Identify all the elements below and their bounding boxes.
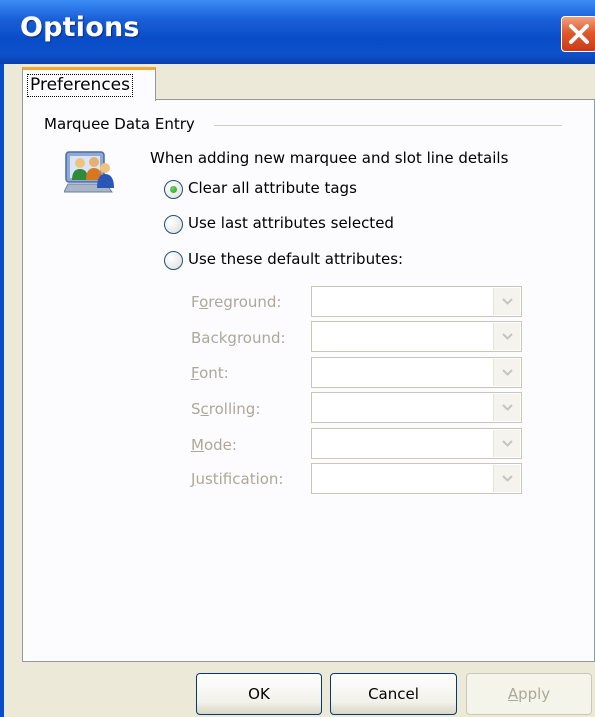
apply-label-post: pply [518, 685, 551, 703]
scrolling-mnemonic: c [200, 400, 209, 418]
font-label-post: ont: [199, 364, 229, 382]
close-icon [569, 24, 589, 44]
background-mnemonic: g [227, 329, 237, 347]
background-combo[interactable] [311, 321, 522, 352]
scrolling-label: Scrolling: [191, 400, 260, 418]
title-bar[interactable]: Options [0, 0, 595, 64]
chevron-down-icon [502, 475, 513, 482]
foreground-combo[interactable] [311, 286, 522, 317]
foreground-mnemonic: o [199, 293, 209, 311]
scrolling-combo[interactable] [311, 392, 522, 423]
users-monitor-icon [64, 151, 114, 193]
font-label: Font: [191, 364, 229, 382]
mode-mnemonic: M [191, 436, 204, 454]
ok-button[interactable]: OK [196, 673, 322, 715]
group-label: Marquee Data Entry [44, 115, 195, 133]
chevron-down-icon [502, 298, 513, 305]
radio-use-last-label: Use last attributes selected [188, 214, 394, 232]
font-mnemonic: F [191, 364, 200, 382]
radio-dot [170, 186, 177, 193]
mode-dropdown-button[interactable] [493, 430, 520, 457]
justification-dropdown-button[interactable] [493, 465, 520, 492]
cancel-button[interactable]: Cancel [330, 673, 457, 715]
window-frame [0, 64, 4, 717]
mode-combo[interactable] [311, 428, 522, 459]
font-dropdown-button[interactable] [493, 359, 520, 386]
radio-button[interactable] [164, 251, 183, 270]
chevron-down-icon [502, 440, 513, 447]
foreground-label: Foreground: [191, 293, 281, 311]
justification-label: Justification: [191, 470, 283, 488]
foreground-label-post: reground: [208, 293, 282, 311]
close-button[interactable] [561, 16, 595, 52]
mode-label-post: ode: [203, 436, 237, 454]
radio-button-checked[interactable] [164, 180, 183, 199]
tab-preferences[interactable]: Preferences [22, 67, 156, 101]
chevron-down-icon [502, 369, 513, 376]
background-label-pre: Back [191, 329, 228, 347]
intro-text: When adding new marquee and slot line de… [150, 149, 509, 167]
radio-clear-all-label: Clear all attribute tags [188, 179, 357, 197]
background-label-post: round: [236, 329, 286, 347]
tab-preferences-label: Preferences [27, 74, 133, 97]
options-dialog: Options Preferences Marquee Data Entry W… [0, 0, 595, 717]
foreground-label-pre: F [191, 293, 200, 311]
foreground-dropdown-button[interactable] [493, 288, 520, 315]
background-dropdown-button[interactable] [493, 323, 520, 350]
chevron-down-icon [502, 404, 513, 411]
apply-button[interactable]: Apply [466, 673, 592, 715]
scrolling-dropdown-button[interactable] [493, 394, 520, 421]
radio-use-default-label: Use these default attributes: [188, 250, 404, 268]
group-divider [214, 125, 562, 126]
background-label: Background: [191, 329, 286, 347]
radio-button[interactable] [164, 215, 183, 234]
scrolling-label-pre: S [191, 400, 201, 418]
chevron-down-icon [502, 333, 513, 340]
apply-mnemonic: A [507, 685, 519, 703]
justification-combo[interactable] [311, 463, 522, 494]
window-title: Options [20, 12, 140, 43]
mode-label: Mode: [191, 436, 237, 454]
justification-label-post: ustification: [195, 470, 284, 488]
font-combo[interactable] [311, 357, 522, 388]
scrolling-label-post: rolling: [208, 400, 261, 418]
